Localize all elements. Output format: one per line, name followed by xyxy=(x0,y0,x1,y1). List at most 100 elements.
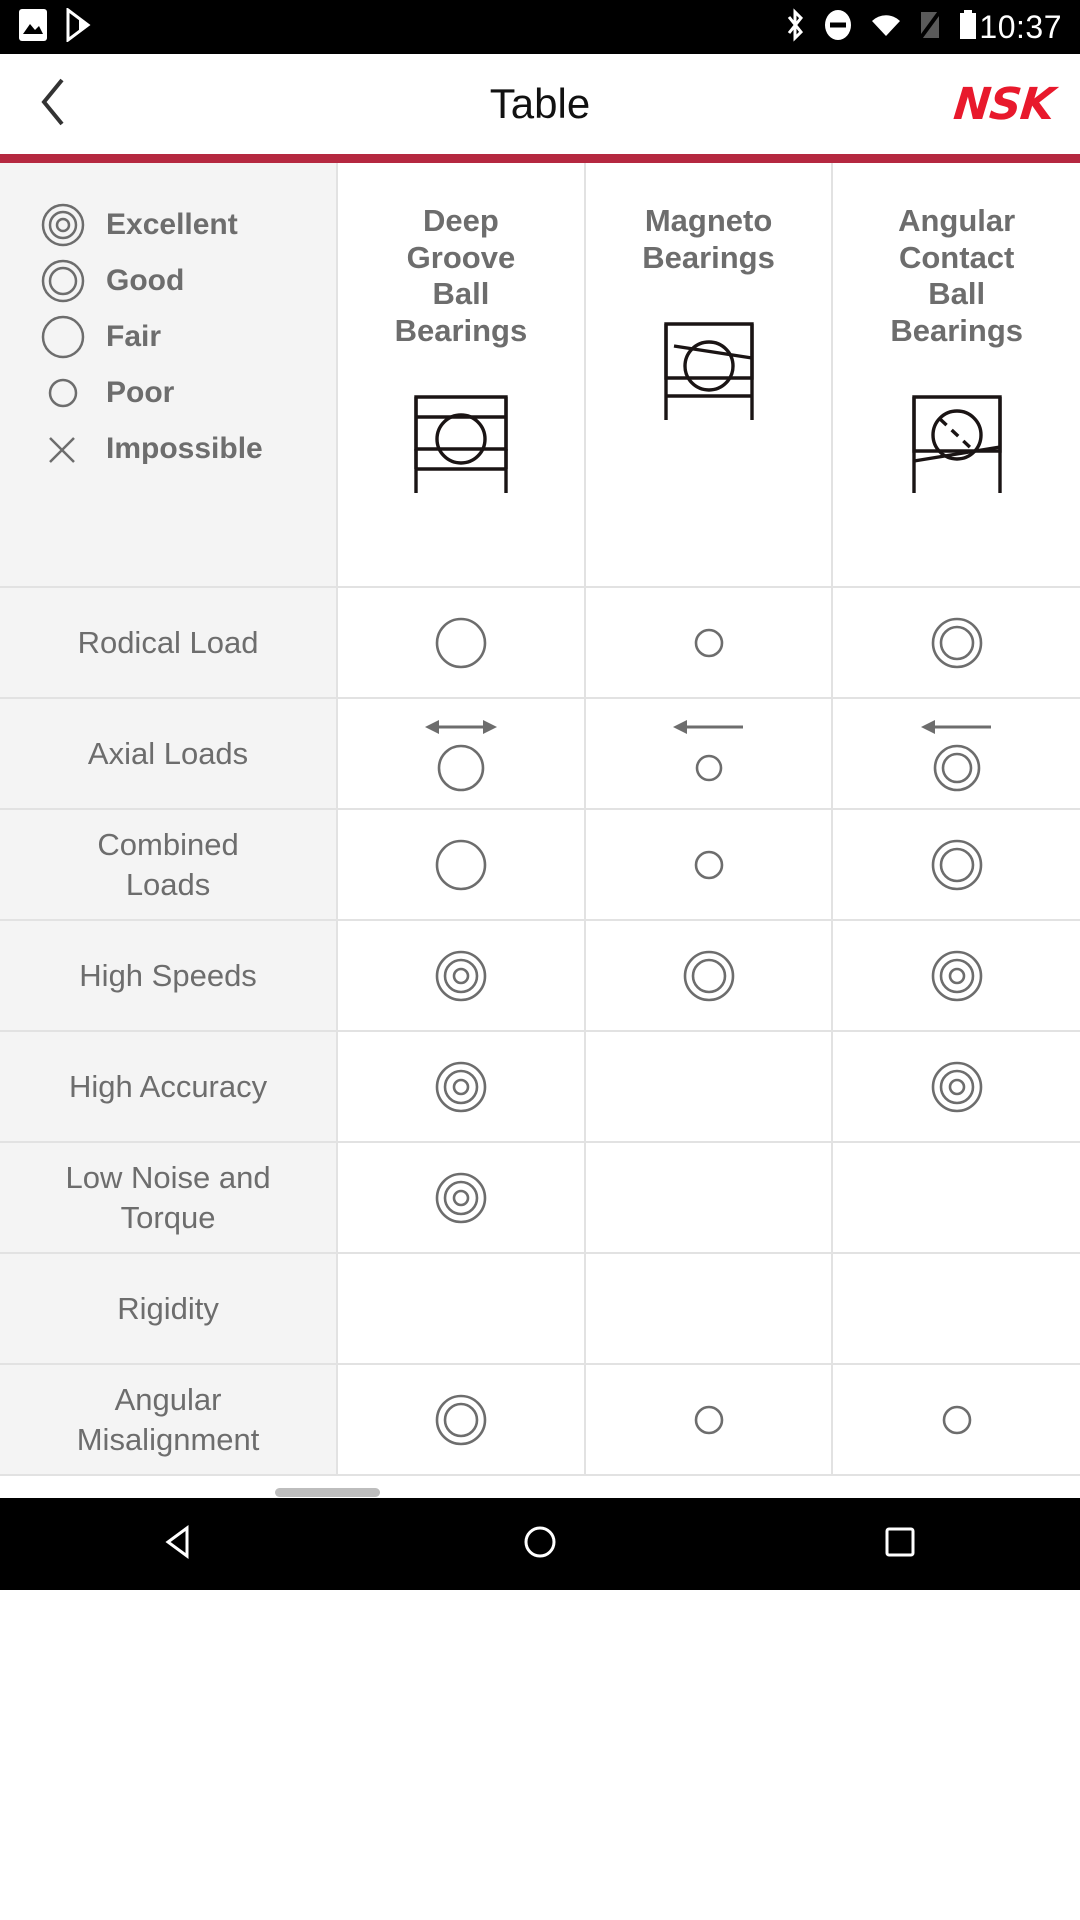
rating-legend: Excellent Good Fair Poor Impossible xyxy=(0,163,339,588)
legend-label: Fair xyxy=(106,320,162,353)
magneto-bearing-diagram xyxy=(596,304,822,434)
cell-axial-loads-deep-groove[interactable] xyxy=(337,698,586,810)
row-label-rodical-load: Rodical Load xyxy=(0,587,339,699)
cell-rodical-load-deep-groove[interactable] xyxy=(337,587,586,699)
column-header-deep-groove-ball-bearings[interactable]: Deep Groove Ball Bearings xyxy=(337,163,586,588)
cell-rodical-load-magneto[interactable] xyxy=(584,587,834,699)
cell-high-accuracy-angular-contact[interactable] xyxy=(832,1031,1080,1143)
column-header-line: Bearings xyxy=(394,312,528,348)
poor-rating-icon xyxy=(683,742,735,794)
cell-combined-loads-angular-contact[interactable] xyxy=(832,809,1080,921)
poor-rating-icon xyxy=(929,1392,985,1448)
excellent-rating-icon xyxy=(929,948,985,1004)
no-sim-icon xyxy=(917,8,944,47)
status-bar-left-icons xyxy=(18,6,94,47)
deep-groove-ball-bearing-diagram xyxy=(348,377,574,507)
fair-rating-icon xyxy=(433,615,489,671)
cell-rigidity-magneto[interactable] xyxy=(584,1253,834,1365)
horizontal-scrollbar[interactable] xyxy=(0,1486,1080,1498)
status-bar-clock: 10:37 xyxy=(979,8,1062,45)
cell-low-noise-deep-groove[interactable] xyxy=(337,1142,586,1254)
table-row: Angular Misalignment xyxy=(0,1364,1080,1476)
play-store-icon xyxy=(64,6,94,47)
cell-axial-loads-magneto[interactable] xyxy=(584,698,834,810)
cell-combined-loads-magneto[interactable] xyxy=(584,809,834,921)
accent-divider xyxy=(0,154,1080,163)
row-label-line: Combined xyxy=(97,826,239,862)
wifi-icon xyxy=(869,8,903,47)
cell-angular-misalignment-deep-groove[interactable] xyxy=(337,1364,586,1476)
impossible-rating-icon xyxy=(34,426,92,472)
home-nav-button[interactable] xyxy=(480,1498,600,1590)
legend-label: Excellent xyxy=(106,208,238,241)
fair-rating-icon xyxy=(433,837,489,893)
cell-high-speeds-magneto[interactable] xyxy=(584,920,834,1032)
bidirectional-arrow-icon xyxy=(423,714,499,740)
column-header-line: Groove xyxy=(406,239,516,275)
cell-high-accuracy-deep-groove[interactable] xyxy=(337,1031,586,1143)
cell-rigidity-deep-groove[interactable] xyxy=(337,1253,586,1365)
table-row: High Accuracy xyxy=(0,1031,1080,1143)
back-button[interactable] xyxy=(26,76,82,132)
good-rating-icon xyxy=(34,258,92,304)
table-row: High Speeds xyxy=(0,920,1080,1032)
left-arrow-icon xyxy=(671,714,747,740)
app-bar: Table NSK xyxy=(0,54,1080,154)
column-header-line: Bearings xyxy=(890,312,1024,348)
android-navigation-bar xyxy=(0,1498,1080,1590)
legend-item-good: Good xyxy=(34,253,336,309)
table-header-row: Excellent Good Fair Poor Impossible Deep… xyxy=(0,163,1080,588)
chevron-left-icon xyxy=(36,76,72,133)
row-label-high-speeds: High Speeds xyxy=(0,920,339,1032)
good-rating-icon xyxy=(681,948,737,1004)
legend-item-impossible: Impossible xyxy=(34,421,336,477)
cell-rigidity-angular-contact[interactable] xyxy=(832,1253,1080,1365)
back-nav-button[interactable] xyxy=(120,1498,240,1590)
column-header-angular-contact-ball-bearings[interactable]: Angular Contact Ball Bearings xyxy=(832,163,1080,588)
row-label-axial-loads: Axial Loads xyxy=(0,698,339,810)
column-header-line: Ball xyxy=(432,276,490,312)
fair-rating-icon xyxy=(34,314,92,360)
square-recents-icon xyxy=(880,1522,920,1567)
cell-low-noise-angular-contact[interactable] xyxy=(832,1142,1080,1254)
row-label-line: Axial Loads xyxy=(87,735,249,771)
cell-low-noise-magneto[interactable] xyxy=(584,1142,834,1254)
cell-angular-misalignment-magneto[interactable] xyxy=(584,1364,834,1476)
bluetooth-icon xyxy=(783,7,807,47)
row-label-line: Low Noise and xyxy=(65,1159,271,1195)
row-label-rigidity: Rigidity xyxy=(0,1253,339,1365)
cell-axial-loads-angular-contact[interactable] xyxy=(832,698,1080,810)
table-row: Rigidity xyxy=(0,1253,1080,1365)
row-label-line: Misalignment xyxy=(76,1421,260,1457)
battery-icon xyxy=(957,8,979,47)
cell-high-speeds-deep-groove[interactable] xyxy=(337,920,586,1032)
good-rating-icon xyxy=(929,837,985,893)
circle-home-icon xyxy=(520,1522,560,1567)
column-header-magneto-bearings[interactable]: Magneto Bearings xyxy=(584,163,834,588)
cell-rodical-load-angular-contact[interactable] xyxy=(832,587,1080,699)
excellent-rating-icon xyxy=(433,1059,489,1115)
table-row: Rodical Load xyxy=(0,587,1080,699)
excellent-rating-icon xyxy=(433,1170,489,1226)
page-title: Table xyxy=(489,80,591,127)
legend-label: Good xyxy=(106,264,185,297)
row-label-line: Rodical Load xyxy=(77,624,259,660)
row-label-line: Torque xyxy=(120,1199,216,1235)
column-header-line: Deep xyxy=(423,203,499,238)
comparison-table-scroll-area[interactable]: Excellent Good Fair Poor Impossible Deep… xyxy=(0,163,1080,1498)
row-label-line: Rigidity xyxy=(117,1290,219,1326)
column-header-line: Angular xyxy=(898,203,1016,238)
table-row: Axial Loads xyxy=(0,698,1080,810)
row-label-line: High Accuracy xyxy=(68,1068,268,1104)
cell-angular-misalignment-angular-contact[interactable] xyxy=(832,1364,1080,1476)
cell-high-accuracy-magneto[interactable] xyxy=(584,1031,834,1143)
poor-rating-icon xyxy=(34,370,92,416)
recents-nav-button[interactable] xyxy=(840,1498,960,1590)
cell-combined-loads-deep-groove[interactable] xyxy=(337,809,586,921)
nsk-logo: NSK xyxy=(951,78,1057,130)
cell-high-speeds-angular-contact[interactable] xyxy=(832,920,1080,1032)
row-label-high-accuracy: High Accuracy xyxy=(0,1031,339,1143)
do-not-disturb-icon xyxy=(821,8,855,47)
excellent-rating-icon xyxy=(433,948,489,1004)
horizontal-scrollbar-thumb[interactable] xyxy=(275,1488,380,1497)
